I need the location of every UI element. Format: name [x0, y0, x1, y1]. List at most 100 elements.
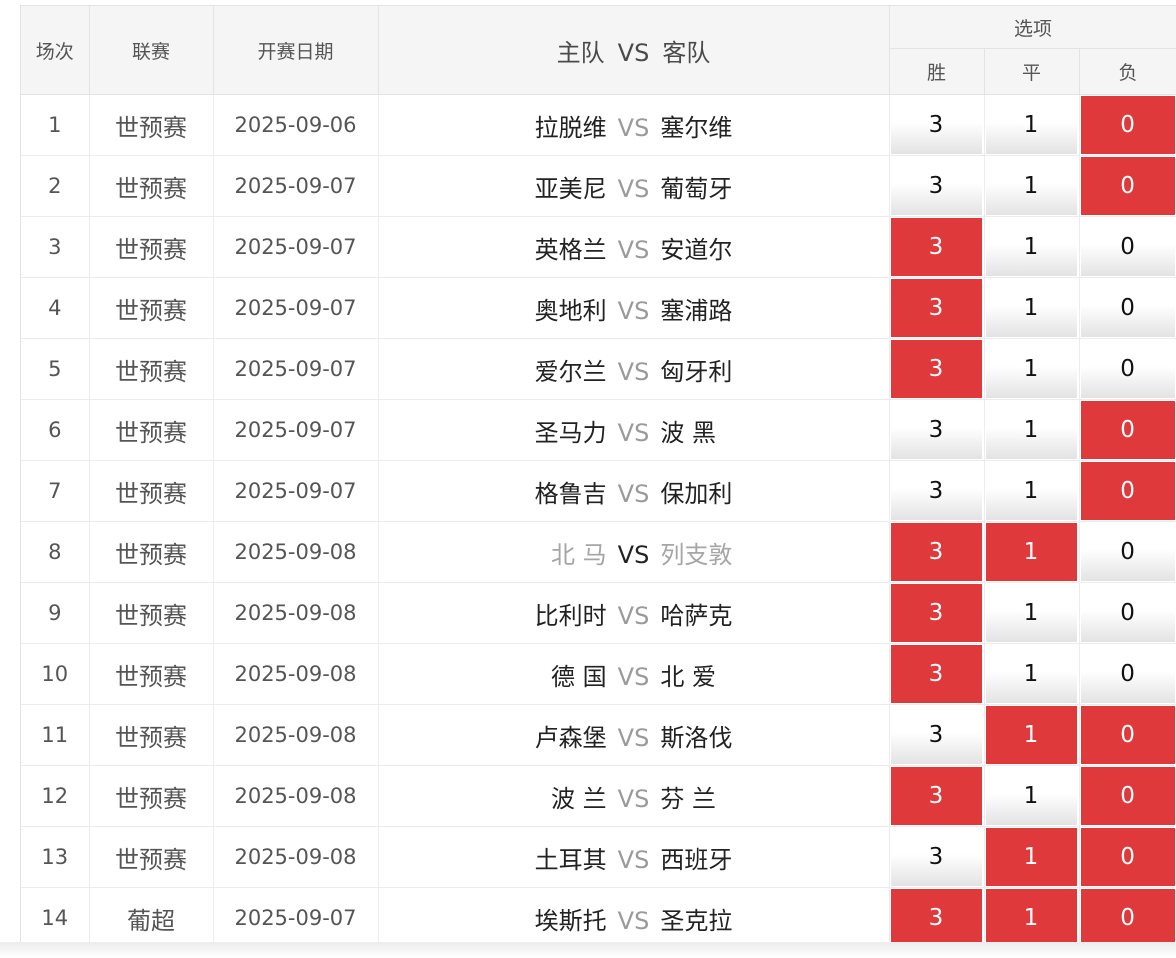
option-lose-button[interactable]: 0: [1080, 96, 1175, 154]
option-lose-button[interactable]: 0: [1080, 828, 1175, 886]
match-teams: 比利时 VS 哈萨克: [378, 582, 890, 644]
match-teams: 亚美尼 VS 葡萄牙: [378, 155, 890, 217]
home-team: 格鲁吉: [534, 479, 607, 508]
option-lose-button[interactable]: 0: [1080, 401, 1175, 459]
option-draw-button[interactable]: 1: [985, 706, 1077, 764]
table-row: 2 世预赛 2025-09-07 亚美尼 VS 葡萄牙 3 1 0: [21, 155, 1176, 217]
option-lose-button[interactable]: 0: [1080, 523, 1175, 581]
option-lose-button[interactable]: 0: [1080, 706, 1175, 764]
vs-label: VS: [617, 357, 650, 386]
header-date: 开赛日期: [213, 6, 379, 95]
table-row: 3 世预赛 2025-09-07 英格兰 VS 安道尔 3 1 0: [21, 216, 1176, 278]
league-name: 世预赛: [89, 399, 214, 461]
vs-label: VS: [617, 296, 650, 325]
match-date: 2025-09-07: [213, 399, 379, 461]
option-cell: 1: [984, 460, 1080, 522]
option-cell: 3: [889, 399, 985, 461]
option-lose-button[interactable]: 0: [1080, 340, 1175, 398]
match-teams: 英格兰 VS 安道尔: [378, 216, 890, 278]
option-draw-button[interactable]: 1: [985, 157, 1077, 215]
option-win-button[interactable]: 3: [890, 767, 982, 825]
home-team: 埃斯托: [534, 906, 607, 935]
option-lose-button[interactable]: 0: [1080, 889, 1175, 947]
option-lose-button[interactable]: 0: [1080, 279, 1175, 337]
option-cell: 1: [984, 216, 1080, 278]
option-cell: 1: [984, 277, 1080, 339]
option-draw-button[interactable]: 1: [985, 889, 1077, 947]
league-name: 世预赛: [89, 521, 214, 583]
option-cell: 1: [984, 338, 1080, 400]
option-draw-button[interactable]: 1: [985, 462, 1077, 520]
option-win-button[interactable]: 3: [890, 889, 982, 947]
away-team: 斯洛伐: [660, 723, 733, 752]
match-number: 2: [21, 155, 90, 217]
option-win-button[interactable]: 3: [890, 401, 982, 459]
option-win-button[interactable]: 3: [890, 279, 982, 337]
match-number: 8: [21, 521, 90, 583]
match-date: 2025-09-08: [213, 704, 379, 766]
table-row: 4 世预赛 2025-09-07 奥地利 VS 塞浦路 3 1 0: [21, 277, 1176, 339]
league-name: 世预赛: [89, 338, 214, 400]
vs-label: VS: [617, 479, 650, 508]
match-date: 2025-09-08: [213, 826, 379, 888]
match-number: 9: [21, 582, 90, 644]
league-name: 世预赛: [89, 277, 214, 339]
option-win-button[interactable]: 3: [890, 706, 982, 764]
header-opt-draw: 平: [984, 48, 1080, 95]
option-draw-button[interactable]: 1: [985, 828, 1077, 886]
option-win-button[interactable]: 3: [890, 523, 982, 581]
option-lose-button[interactable]: 0: [1080, 218, 1175, 276]
header-options: 选项: [889, 6, 1176, 50]
option-cell: 1: [984, 765, 1080, 827]
option-lose-button[interactable]: 0: [1080, 157, 1175, 215]
header-opt-win: 胜: [889, 48, 985, 95]
option-draw-button[interactable]: 1: [985, 645, 1077, 703]
away-team: 塞浦路: [660, 296, 733, 325]
match-teams: 格鲁吉 VS 保加利: [378, 460, 890, 522]
option-cell: 1: [984, 155, 1080, 217]
match-teams: 埃斯托 VS 圣克拉: [378, 887, 890, 948]
option-draw-button[interactable]: 1: [985, 218, 1077, 276]
option-cell: 1: [984, 704, 1080, 766]
match-date: 2025-09-08: [213, 521, 379, 583]
table-row: 13 世预赛 2025-09-08 土耳其 VS 西班牙 3 1 0: [21, 826, 1176, 888]
option-cell: 0: [1079, 216, 1176, 278]
option-cell: 0: [1079, 94, 1176, 156]
option-win-button[interactable]: 3: [890, 218, 982, 276]
option-lose-button[interactable]: 0: [1080, 767, 1175, 825]
option-win-button[interactable]: 3: [890, 584, 982, 642]
option-draw-button[interactable]: 1: [985, 340, 1077, 398]
option-draw-button[interactable]: 1: [985, 767, 1077, 825]
match-teams: 爱尔兰 VS 匈牙利: [378, 338, 890, 400]
league-name: 世预赛: [89, 826, 214, 888]
table-row: 7 世预赛 2025-09-07 格鲁吉 VS 保加利 3 1 0: [21, 460, 1176, 522]
match-number: 12: [21, 765, 90, 827]
match-number: 3: [21, 216, 90, 278]
option-win-button[interactable]: 3: [890, 462, 982, 520]
option-draw-button[interactable]: 1: [985, 584, 1077, 642]
option-lose-button[interactable]: 0: [1080, 462, 1175, 520]
table-row: 9 世预赛 2025-09-08 比利时 VS 哈萨克 3 1 0: [21, 582, 1176, 644]
option-cell: 3: [889, 887, 985, 948]
option-draw-button[interactable]: 1: [985, 401, 1077, 459]
option-draw-button[interactable]: 1: [985, 96, 1077, 154]
option-cell: 0: [1079, 460, 1176, 522]
match-teams: 奥地利 VS 塞浦路: [378, 277, 890, 339]
option-win-button[interactable]: 3: [890, 157, 982, 215]
option-win-button[interactable]: 3: [890, 828, 982, 886]
header-vs: VS: [617, 38, 650, 67]
option-lose-button[interactable]: 0: [1080, 645, 1175, 703]
option-win-button[interactable]: 3: [890, 645, 982, 703]
option-lose-button[interactable]: 0: [1080, 584, 1175, 642]
league-name: 世预赛: [89, 94, 214, 156]
vs-label: VS: [617, 723, 650, 752]
option-win-button[interactable]: 3: [890, 96, 982, 154]
option-win-button[interactable]: 3: [890, 340, 982, 398]
option-draw-button[interactable]: 1: [985, 523, 1077, 581]
option-draw-button[interactable]: 1: [985, 279, 1077, 337]
away-team: 塞尔维: [660, 113, 733, 142]
away-team: 保加利: [660, 479, 733, 508]
match-table-container: 场次 联赛 开赛日期 主队 VS 客队 选项 胜 平 负 1 世预赛 2025-09-0…: [20, 5, 1176, 948]
vs-label: VS: [617, 784, 650, 813]
vs-label: VS: [617, 235, 650, 264]
